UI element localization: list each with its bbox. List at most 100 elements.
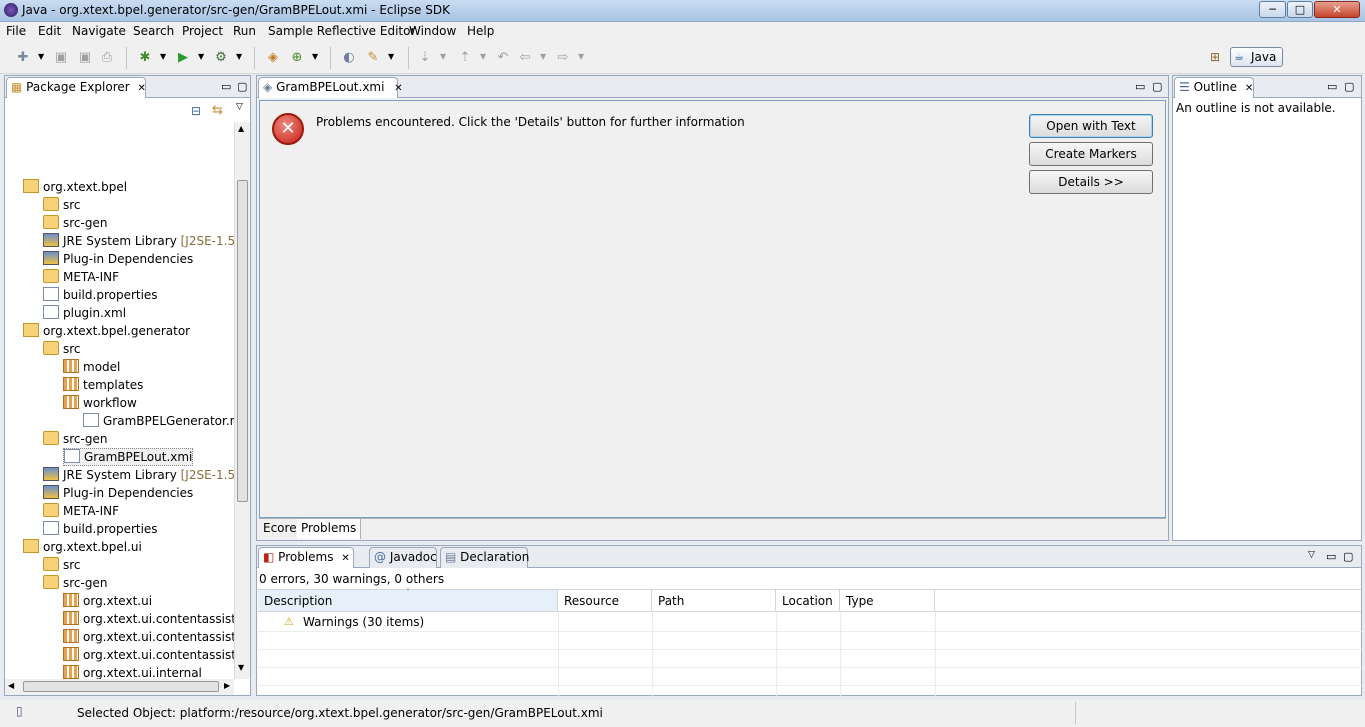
debug-dropdown-icon[interactable]: ▼ <box>160 52 166 61</box>
back-icon[interactable]: ⇦ <box>516 50 534 66</box>
tree-item[interactable]: JRE System Library [J2SE-1.5] <box>43 466 234 484</box>
minimize-view-icon[interactable]: ▭ <box>1135 80 1145 93</box>
minimize-view-icon[interactable]: ▭ <box>1327 80 1337 93</box>
scroll-left-icon[interactable]: ◀ <box>8 681 14 690</box>
scroll-right-icon[interactable]: ▶ <box>224 681 230 690</box>
tab-problems[interactable]: ◧ Problems ✕ <box>258 547 354 568</box>
maximize-view-icon[interactable]: ▢ <box>1343 550 1353 563</box>
details-button[interactable]: Details >> <box>1029 170 1153 194</box>
tree-item[interactable]: org.xtext.bpel <box>23 178 127 196</box>
java-perspective-button[interactable]: ☕ Java <box>1230 47 1283 67</box>
maximize-button[interactable]: □ <box>1287 1 1313 18</box>
tree-item[interactable]: model <box>63 358 120 376</box>
column-resource[interactable]: Resource <box>558 590 652 611</box>
close-icon[interactable]: ✕ <box>394 83 402 94</box>
close-icon[interactable]: ✕ <box>1245 83 1253 94</box>
external-tools-icon[interactable]: ⚙ <box>212 50 230 66</box>
tree-item[interactable]: src <box>43 340 81 358</box>
tree-item[interactable]: src-gen <box>43 214 107 232</box>
table-row[interactable]: ⚠ Warnings (30 items) <box>258 612 1361 632</box>
close-button[interactable]: ✕ <box>1314 1 1360 18</box>
scroll-up-icon[interactable]: ▲ <box>238 124 244 133</box>
tree-item[interactable]: org.xtext.ui.contentassist.an <box>63 628 234 646</box>
tree-item[interactable]: workflow <box>63 394 137 412</box>
tree-item[interactable]: META-INF <box>43 268 119 286</box>
next-annotation-icon[interactable]: ⇣ <box>416 50 434 66</box>
view-menu-icon[interactable]: ▽ <box>1308 550 1315 560</box>
collapse-all-icon[interactable]: ⊟ <box>191 104 201 118</box>
close-icon[interactable]: ✕ <box>138 83 146 94</box>
tab-javadoc[interactable]: @ Javadoc <box>369 547 437 568</box>
back-dropdown-icon[interactable]: ▼ <box>540 52 546 61</box>
tree-item[interactable]: templates <box>63 376 143 394</box>
tree-item[interactable]: org.xtext.ui.contentassist <box>63 610 234 628</box>
forward-icon[interactable]: ⇨ <box>554 50 572 66</box>
menu-sample-reflective-editor[interactable]: Sample Reflective Editor <box>268 24 415 38</box>
tree-item[interactable]: JRE System Library [J2SE-1.5] <box>43 232 234 250</box>
tree-item[interactable]: org.xtext.ui <box>63 592 152 610</box>
tree-item[interactable]: org.xtext.ui.internal <box>63 664 202 679</box>
tree-item[interactable]: org.xtext.bpel.ui <box>23 538 142 556</box>
hscrollbar-thumb[interactable] <box>23 681 219 692</box>
debug-icon[interactable]: ✱ <box>136 50 154 66</box>
run-icon[interactable]: ▶ <box>174 50 192 66</box>
tree-item[interactable]: src <box>43 556 81 574</box>
tree-item[interactable]: build.properties <box>43 520 158 538</box>
open-perspective-icon[interactable]: ⊞ <box>1210 50 1220 64</box>
tree-item[interactable]: plugin.xml <box>43 304 126 322</box>
tree-item[interactable]: org.xtext.bpel.generator <box>23 322 190 340</box>
minimize-button[interactable]: ─ <box>1259 1 1286 18</box>
tree-item[interactable]: META-INF <box>43 502 119 520</box>
minimize-view-icon[interactable]: ▭ <box>221 80 231 93</box>
tree-item[interactable]: src <box>43 196 81 214</box>
new-icon[interactable]: ✚ <box>14 50 32 66</box>
menu-window[interactable]: Window <box>409 24 456 38</box>
column-location[interactable]: Location <box>776 590 840 611</box>
tab-problems-page[interactable]: Problems <box>297 519 362 539</box>
tree-horizontal-scrollbar[interactable]: ◀ ▶ <box>5 679 234 695</box>
link-with-editor-icon[interactable]: ⇆ <box>212 103 223 118</box>
tree-item[interactable]: src-gen <box>43 430 107 448</box>
tab-outline[interactable]: ☰ Outline ✕ <box>1174 77 1254 98</box>
column-type[interactable]: Type <box>840 590 935 611</box>
previous-annotation-dropdown-icon[interactable]: ▼ <box>480 52 486 61</box>
menu-navigate[interactable]: Navigate <box>72 24 126 38</box>
next-annotation-dropdown-icon[interactable]: ▼ <box>440 52 446 61</box>
menu-help[interactable]: Help <box>467 24 494 38</box>
menu-edit[interactable]: Edit <box>38 24 61 38</box>
maximize-view-icon[interactable]: ▢ <box>1152 80 1162 93</box>
search-icon[interactable]: ✎ <box>364 50 382 66</box>
save-icon[interactable]: ▣ <box>52 50 70 66</box>
view-menu-icon[interactable]: ▽ <box>236 102 243 112</box>
open-type-icon[interactable]: ◐ <box>340 50 358 66</box>
open-with-text-editor-button[interactable]: Open with Text Editor <box>1029 114 1153 155</box>
forward-dropdown-icon[interactable]: ▼ <box>578 52 584 61</box>
menu-file[interactable]: File <box>6 24 26 38</box>
tab-package-explorer[interactable]: ▦ Package Explorer ✕ <box>6 77 146 98</box>
tab-gramBPELout-xmi[interactable]: ◈ GramBPELout.xmi ✕ <box>258 77 403 98</box>
run-dropdown-icon[interactable]: ▼ <box>198 52 204 61</box>
tab-ecore[interactable]: Ecore <box>259 519 302 539</box>
new-class-icon[interactable]: ⊕ <box>288 50 306 66</box>
new-class-dropdown-icon[interactable]: ▼ <box>312 52 318 61</box>
tree-item[interactable]: org.xtext.ui.contentassist.an <box>63 646 234 664</box>
new-java-project-icon[interactable]: ◈ <box>264 50 282 66</box>
search-dropdown-icon[interactable]: ▼ <box>388 52 394 61</box>
save-all-icon[interactable]: ▣ <box>76 50 94 66</box>
tree-item[interactable]: Plug-in Dependencies <box>43 484 193 502</box>
column-path[interactable]: Path <box>652 590 776 611</box>
tree-vertical-scrollbar[interactable]: ▲ ▼ <box>234 122 250 679</box>
minimize-view-icon[interactable]: ▭ <box>1326 550 1336 563</box>
scrollbar-thumb[interactable] <box>237 180 248 502</box>
menu-search[interactable]: Search <box>133 24 174 38</box>
tab-declaration[interactable]: ▤ Declaration <box>440 547 529 568</box>
maximize-view-icon[interactable]: ▢ <box>237 80 247 93</box>
tree-item[interactable]: src-gen <box>43 574 107 592</box>
print-icon[interactable]: ⎙ <box>98 50 116 66</box>
tree-item[interactable]: build.properties <box>43 286 158 304</box>
tree-item[interactable]: GramBPELout.xmi <box>63 448 194 466</box>
tree-item[interactable]: GramBPELGenerator.mw <box>83 412 234 430</box>
tree-item[interactable]: Plug-in Dependencies <box>43 250 193 268</box>
close-icon[interactable]: ✕ <box>341 553 349 564</box>
previous-annotation-icon[interactable]: ⇡ <box>456 50 474 66</box>
